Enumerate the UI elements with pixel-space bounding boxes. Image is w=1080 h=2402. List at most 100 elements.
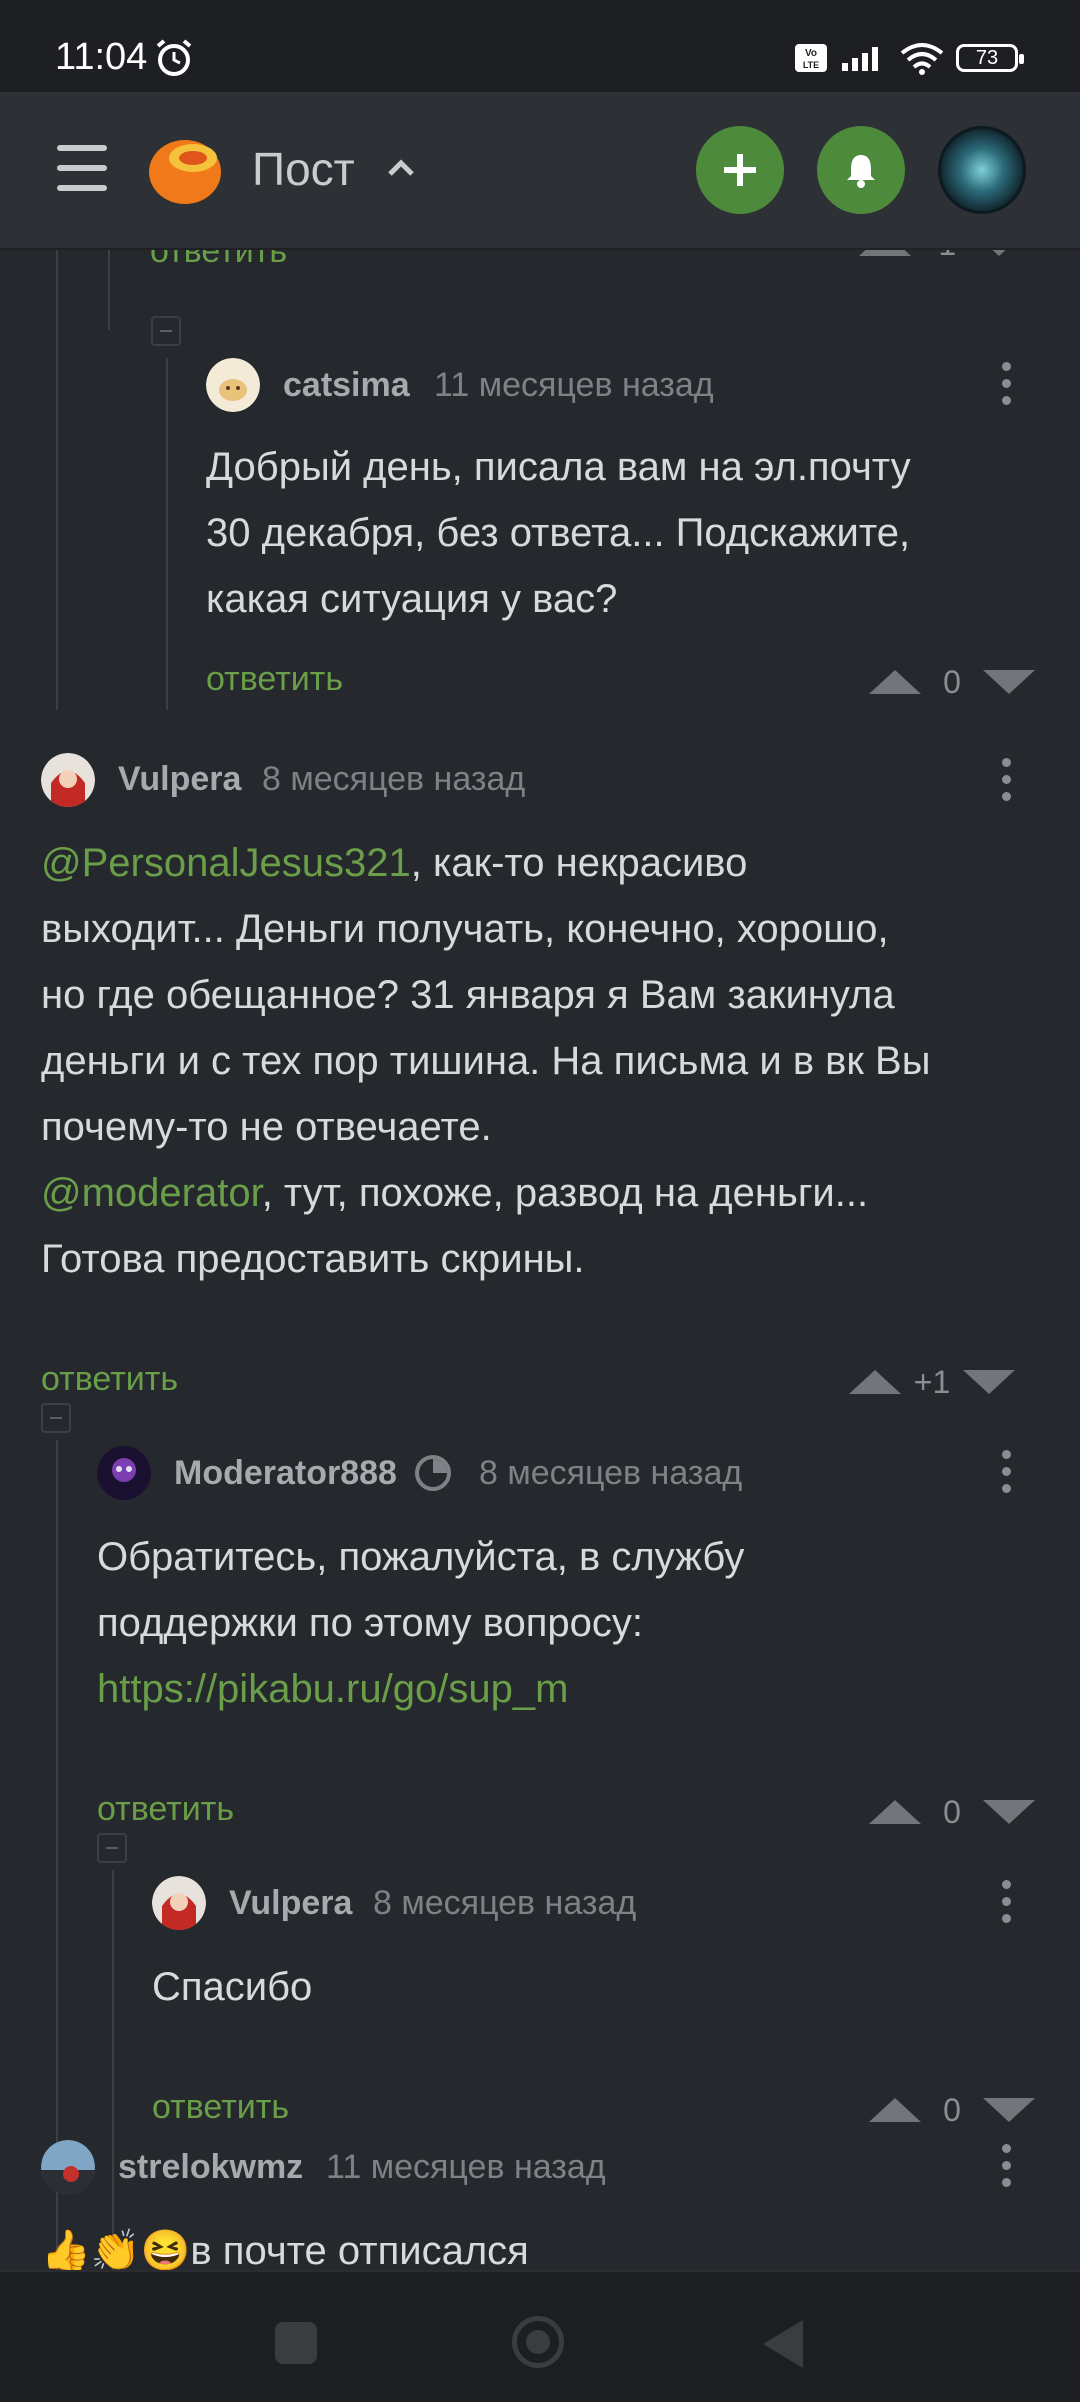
kebab-menu-icon[interactable]: [1002, 2144, 1012, 2187]
comment-time: 8 месяцев назад: [479, 1454, 743, 1492]
wifi-icon: [900, 43, 944, 75]
kebab-menu-icon[interactable]: [1002, 1450, 1012, 1493]
arrow-up-icon[interactable]: [869, 1800, 921, 1824]
comment-line: поддержки по этому вопросу:: [97, 1601, 643, 1645]
collapse-thread-button[interactable]: [151, 316, 181, 346]
vote-controls: -1: [859, 250, 1025, 264]
system-nav-bar: [0, 2270, 1080, 2402]
arrow-down-icon[interactable]: [983, 2098, 1035, 2122]
reply-link[interactable]: ответить: [41, 1360, 178, 1399]
reply-link[interactable]: ответить: [152, 2088, 289, 2127]
comment-text-span: , как-то некрасиво: [410, 841, 748, 885]
avatar[interactable]: [41, 2140, 95, 2194]
reply-link[interactable]: ответить: [150, 250, 287, 271]
comment-line: деньги и с тех пор тишина. На письма и в…: [41, 1039, 931, 1083]
arrow-down-icon[interactable]: [983, 1800, 1035, 1824]
thread-line: [108, 250, 110, 330]
comment-line: @PersonalJesus321, как-то некрасиво: [41, 830, 1051, 896]
kebab-menu-icon[interactable]: [1002, 758, 1012, 801]
chevron-up-icon[interactable]: [384, 150, 418, 184]
user-mention-link[interactable]: @PersonalJesus321: [41, 841, 411, 885]
collapse-thread-button[interactable]: [41, 1403, 71, 1433]
comment-text-span: , тут, похоже, развод на деньги...: [261, 1171, 869, 1215]
arrow-down-icon[interactable]: [973, 250, 1025, 256]
reply-link[interactable]: ответить: [97, 1790, 234, 1829]
svg-text:Vo: Vo: [805, 48, 817, 59]
vote-score: 0: [943, 663, 961, 700]
svg-text:LTE: LTE: [803, 60, 819, 70]
page-title[interactable]: Пост: [252, 142, 355, 196]
comment-username[interactable]: Vulpera: [118, 760, 241, 799]
arrow-down-icon[interactable]: [983, 670, 1035, 694]
signal-icon: [842, 47, 878, 71]
comment-text: 👍👏😆в почте отписался: [41, 2218, 1041, 2270]
comment-time: 11 месяцев назад: [326, 2148, 606, 2186]
vote-controls: 0: [869, 1792, 1035, 1832]
comment-time: 8 месяцев назад: [373, 1884, 637, 1922]
vote-controls: 0: [869, 2090, 1035, 2130]
pikabu-logo-icon[interactable]: [147, 132, 225, 206]
support-link[interactable]: https://pikabu.ru/go/sup_m: [97, 1656, 1027, 1722]
vote-score: 0: [943, 2091, 961, 2128]
volte-icon: Vo LTE: [795, 44, 827, 72]
arrow-up-icon[interactable]: [849, 1370, 901, 1394]
arrow-up-icon[interactable]: [869, 2098, 921, 2122]
comment-line: Обратитесь, пожалуйста, в службу: [97, 1535, 745, 1579]
comment-text-span: в почте отписался: [190, 2229, 529, 2270]
comment-text: @PersonalJesus321, как-то некрасиво выхо…: [41, 830, 1051, 1292]
vote-score: -1: [911, 250, 973, 263]
back-button[interactable]: [763, 2320, 803, 2368]
user-mention-link[interactable]: @moderator: [41, 1171, 262, 1215]
comment-line: 30 декабря, без ответа... Подскажите,: [206, 511, 911, 555]
alarm-clock-icon: [156, 39, 192, 76]
comment-text: Спасибо: [152, 1965, 313, 2009]
comment-line: @moderator, тут, похоже, развод на деньг…: [41, 1160, 1051, 1226]
status-icons: Vo LTE 73: [782, 40, 1024, 76]
battery-indicator: 73: [956, 44, 1024, 72]
arrow-up-icon[interactable]: [869, 670, 921, 694]
avatar[interactable]: [152, 1876, 206, 1930]
comment-line: Готова предоставить скрины.: [41, 1237, 585, 1281]
vote-controls: +1: [849, 1362, 1015, 1402]
arrow-up-icon[interactable]: [859, 250, 911, 256]
vote-score: 0: [943, 1793, 961, 1830]
home-button[interactable]: [512, 2316, 564, 2368]
kebab-menu-icon[interactable]: [1002, 362, 1012, 405]
emoji-reaction: 👍👏😆: [41, 2229, 191, 2270]
vote-score: +1: [913, 1363, 951, 1400]
hamburger-icon[interactable]: [57, 145, 107, 191]
comment-username[interactable]: Vulpera: [229, 1884, 352, 1923]
comments-feed: ответить -1 catsima 11 месяцев назад Доб…: [0, 250, 1080, 2270]
comment-text: Обратитесь, пожалуйста, в службу поддерж…: [97, 1524, 1027, 1722]
comment-line: почему-то не отвечаете.: [41, 1105, 492, 1149]
avatar[interactable]: [41, 753, 95, 807]
avatar[interactable]: [206, 358, 260, 412]
comment-line: выходит... Деньги получать, конечно, хор…: [41, 907, 889, 951]
kebab-menu-icon[interactable]: [1002, 1880, 1012, 1923]
comment-username[interactable]: strelokwmz: [118, 2148, 303, 2187]
notifications-button[interactable]: [817, 126, 905, 214]
comment-time: 11 месяцев назад: [434, 366, 714, 404]
comment-username[interactable]: catsima: [283, 366, 410, 405]
recent-apps-button[interactable]: [275, 2322, 317, 2364]
reply-link[interactable]: ответить: [206, 660, 343, 699]
thread-line: [166, 358, 168, 710]
collapse-thread-button[interactable]: [97, 1833, 127, 1863]
thread-line: [112, 1870, 114, 2270]
comment-line: но где обещанное? 31 января я Вам закину…: [41, 973, 895, 1017]
add-post-button[interactable]: [696, 126, 784, 214]
arrow-down-icon[interactable]: [963, 1370, 1015, 1394]
thread-line: [56, 250, 58, 710]
comment-time: 8 месяцев назад: [262, 760, 526, 798]
comment-line: Добрый день, писала вам на эл.почту: [206, 445, 911, 489]
bell-icon: [847, 155, 875, 188]
app-header: Пост: [0, 92, 1080, 250]
plus-icon: [724, 154, 756, 186]
status-time: 11:04: [55, 36, 148, 78]
moderator-badge-icon: [415, 1455, 451, 1491]
comment-line: какая ситуация у вас?: [206, 577, 618, 621]
avatar[interactable]: [97, 1446, 151, 1500]
profile-avatar[interactable]: [938, 126, 1026, 214]
comment-username[interactable]: Moderator888: [174, 1454, 397, 1493]
comment-text: Добрый день, писала вам на эл.почту 30 д…: [206, 434, 1026, 632]
